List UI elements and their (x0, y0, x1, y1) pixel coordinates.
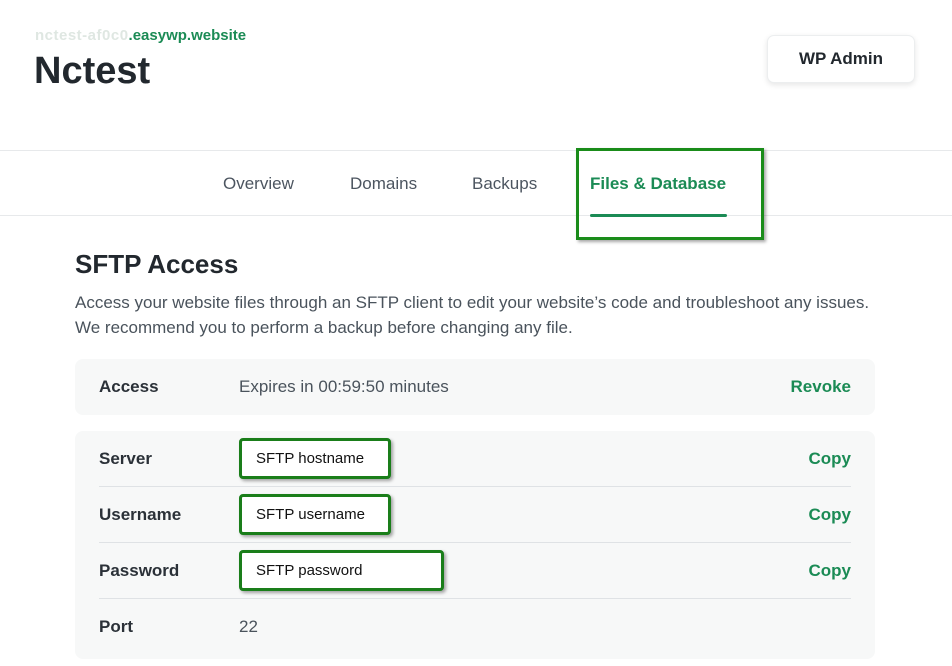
credentials-card: Server SFTP hostname Copy Username SFTP … (75, 431, 875, 659)
tab-bar: Overview Domains Backups Files & Databas… (0, 148, 952, 240)
tab-domains[interactable]: Domains (350, 174, 417, 194)
sftp-section-title: SFTP Access (75, 249, 239, 279)
site-url[interactable]: nctest-af0c0.easywp.website (35, 27, 246, 44)
site-title: Nctest (34, 50, 151, 92)
username-value: SFTP username (239, 494, 391, 535)
sftp-description: Access your website files through an SFT… (75, 293, 870, 337)
page: nctest-af0c0.easywp.website Nctest WP Ad… (0, 0, 952, 666)
password-value: SFTP password (239, 550, 444, 591)
site-url-prefix: nctest-af0c0 (35, 27, 129, 44)
server-row: Server SFTP hostname Copy (99, 431, 851, 487)
port-value: 22 (239, 617, 258, 636)
tab-overview[interactable]: Overview (223, 174, 294, 194)
username-row: Username SFTP username Copy (99, 487, 851, 543)
password-row: Password SFTP password Copy (99, 543, 851, 599)
port-label: Port (99, 617, 133, 636)
copy-password-button[interactable]: Copy (809, 561, 852, 581)
access-expiry: Expires in 00:59:50 minutes (239, 377, 449, 396)
password-label: Password (99, 561, 180, 580)
tab-files-database[interactable]: Files & Database (590, 174, 726, 194)
port-row: Port 22 (99, 599, 851, 655)
server-value: SFTP hostname (239, 438, 391, 479)
site-url-suffix: .easywp.website (128, 27, 247, 44)
copy-server-button[interactable]: Copy (809, 449, 852, 469)
access-card: Access Expires in 00:59:50 minutes Revok… (75, 359, 875, 415)
server-label: Server (99, 449, 152, 468)
active-tab-indicator (590, 214, 727, 217)
wp-admin-button[interactable]: WP Admin (767, 35, 915, 83)
tab-backups[interactable]: Backups (472, 174, 537, 194)
copy-username-button[interactable]: Copy (809, 505, 852, 525)
tab-highlight-box (576, 148, 764, 240)
username-label: Username (99, 505, 182, 524)
access-label: Access (99, 377, 159, 396)
revoke-button[interactable]: Revoke (791, 377, 851, 397)
access-row: Access Expires in 00:59:50 minutes Revok… (99, 359, 851, 415)
